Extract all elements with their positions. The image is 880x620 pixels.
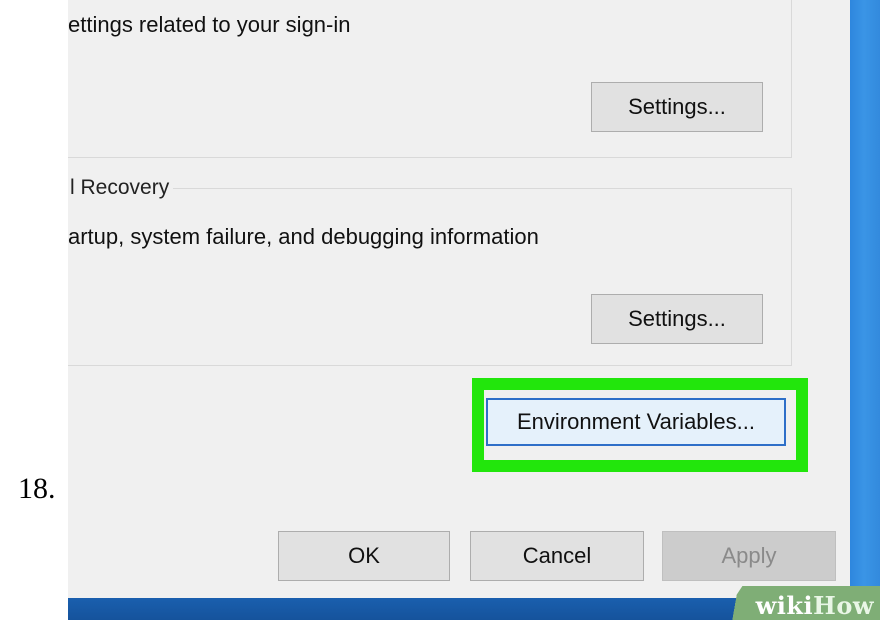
user-profiles-settings-button[interactable]: Settings... — [591, 82, 763, 132]
startup-recovery-description: artup, system failure, and debugging inf… — [68, 224, 539, 249]
desktop-background: ettings related to your sign-in Settings… — [68, 0, 880, 620]
ok-button[interactable]: OK — [278, 531, 450, 581]
startup-recovery-legend: l Recovery — [68, 176, 174, 200]
system-properties-dialog: ettings related to your sign-in Settings… — [68, 0, 850, 598]
environment-variables-button[interactable]: Environment Variables... — [486, 398, 786, 446]
watermark-how: How — [813, 591, 874, 620]
wikihow-watermark: wikiHow — [756, 591, 874, 620]
apply-button[interactable]: Apply — [662, 531, 836, 581]
step-number: 18. — [18, 472, 56, 505]
watermark-wiki: wiki — [755, 591, 814, 620]
cancel-button[interactable]: Cancel — [470, 531, 644, 581]
startup-recovery-settings-button[interactable]: Settings... — [591, 294, 763, 344]
user-profiles-description: ettings related to your sign-in — [68, 12, 351, 37]
